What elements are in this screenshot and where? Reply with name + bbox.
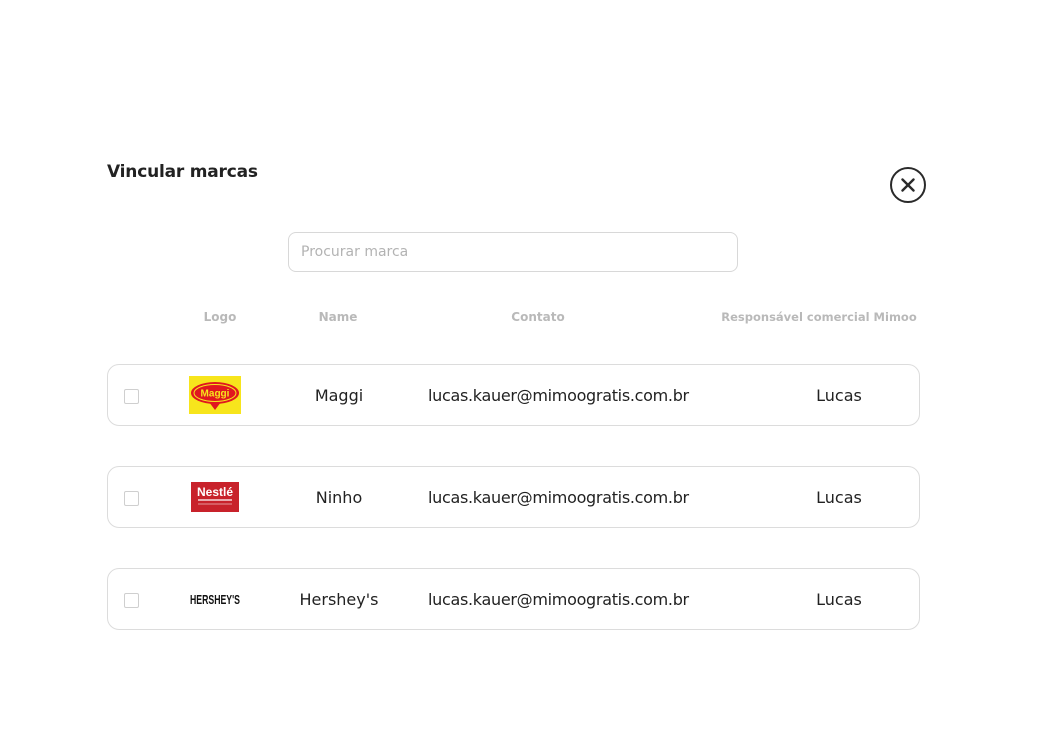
close-button[interactable] [890,167,926,203]
svg-text:Nestlé: Nestlé [197,485,233,499]
brand-name: Maggi [314,385,364,405]
row-checkbox[interactable] [124,389,139,404]
modal-title: Vincular marcas [107,162,258,182]
svg-text:HERSHEY'S: HERSHEY'S [190,592,240,607]
brand-responsible: Lucas [816,385,862,405]
brand-row[interactable]: HERSHEY'S Hershey's lucas.kauer@mimoogra… [107,568,920,630]
brand-row[interactable]: Maggi Maggi lucas.kauer@mimoogratis.com.… [107,364,920,426]
column-header-responsavel: Responsável comercial Mimoo [721,310,917,324]
brand-name: Hershey's [299,589,379,609]
brand-row[interactable]: Nestlé Ninho lucas.kauer@mimoogratis.com… [107,466,920,528]
nestle-logo: Nestlé [189,478,241,516]
search-input[interactable] [288,232,738,272]
close-icon [901,178,915,192]
row-checkbox[interactable] [124,593,139,608]
hersheys-logo: HERSHEY'S [189,580,241,618]
brand-responsible: Lucas [816,487,862,507]
brand-responsible: Lucas [816,589,862,609]
svg-text:Maggi: Maggi [201,389,230,400]
brand-contact: lucas.kauer@mimoogratis.com.br [428,589,689,609]
maggi-logo: Maggi [189,376,241,414]
column-header-name: Name [318,310,358,324]
brand-name: Ninho [315,487,363,507]
column-header-contato: Contato [511,310,565,324]
column-header-logo: Logo [203,310,237,324]
brand-contact: lucas.kauer@mimoogratis.com.br [428,385,689,405]
row-checkbox[interactable] [124,491,139,506]
brand-contact: lucas.kauer@mimoogratis.com.br [428,487,689,507]
